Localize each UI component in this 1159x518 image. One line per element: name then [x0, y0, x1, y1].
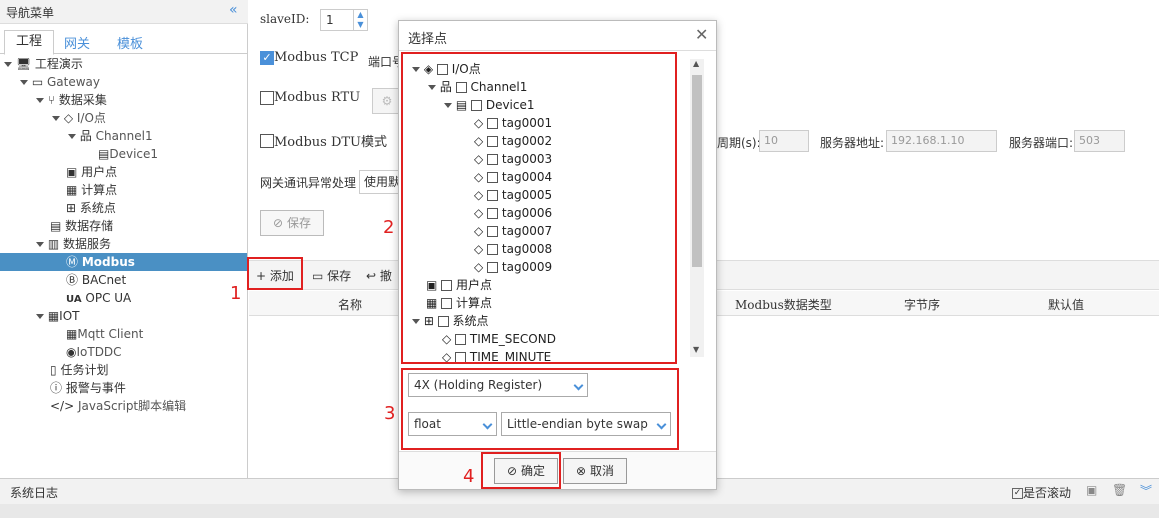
- tab-project[interactable]: 工程: [4, 30, 54, 55]
- annotation-number-1: 1: [230, 283, 242, 304]
- tree-item-io-points[interactable]: ◇ I/O点: [52, 109, 106, 127]
- col-default: 默认值: [1048, 298, 1085, 312]
- code-icon: </>: [50, 399, 75, 413]
- checkbox-checked-icon: ✓: [260, 50, 274, 65]
- highlight-box-4: [481, 452, 561, 489]
- checkbox-checked-icon: ✓: [1012, 488, 1023, 499]
- opcua-icon: UA: [66, 294, 82, 305]
- modbus-rtu-checkbox[interactable]: Modbus RTU: [260, 90, 360, 105]
- tree-item-iot[interactable]: ▦IOT: [36, 307, 80, 325]
- tree-item-user-points[interactable]: ▣ 用户点: [66, 163, 117, 181]
- tree-item-opcua[interactable]: UA OPC UA: [66, 289, 131, 307]
- tree-item-alarm[interactable]: ⓘ 报警与事件: [50, 379, 126, 397]
- tab-gateway[interactable]: 网关: [64, 33, 90, 52]
- save-icon: ▭: [312, 269, 324, 283]
- col-modbus-type: Modbus数据类型: [735, 298, 832, 312]
- highlight-box-1: [247, 257, 303, 290]
- tree-item-iotddc[interactable]: ◉IoTDDC: [66, 343, 122, 361]
- tree-item-data-collection[interactable]: ⑂ 数据采集: [36, 91, 107, 109]
- device-icon: ▤: [98, 147, 110, 161]
- trash-icon[interactable]: 🗑: [1112, 483, 1127, 497]
- tree-scrollbar[interactable]: ▲ ▼: [690, 59, 704, 357]
- user-point-icon: ▣: [66, 165, 78, 179]
- auto-scroll-checkbox[interactable]: ✓ 是否滚动: [1012, 484, 1071, 501]
- server-port-label: 服务器端口:: [1009, 136, 1074, 150]
- gw-error-label: 网关通讯异常处理: [260, 176, 357, 190]
- alarm-icon: ⓘ: [50, 381, 63, 395]
- tag-icon: ◇: [63, 111, 74, 125]
- iotddc-icon: ◉: [66, 345, 77, 359]
- server-addr-label: 服务器地址:: [820, 136, 885, 150]
- tree-item-system-points[interactable]: ⊞ 系统点: [66, 199, 116, 217]
- tree-item-bacnet[interactable]: Ⓑ BACnet: [66, 271, 126, 289]
- tree-item-modbus[interactable]: Ⓜ Modbus: [0, 253, 247, 271]
- tree-item-data-service[interactable]: ▥ 数据服务: [36, 235, 111, 253]
- modbus-icon: Ⓜ: [66, 255, 79, 269]
- scroll-up-icon[interactable]: ▲: [693, 59, 699, 68]
- scroll-thumb[interactable]: [692, 75, 702, 267]
- tree-item-channel1[interactable]: 品 Channel1: [68, 127, 153, 145]
- toolbar-save-button[interactable]: ▭ 保存: [312, 267, 351, 284]
- close-circle-icon: ⊗: [576, 464, 587, 478]
- iot-icon: ▦: [47, 309, 60, 323]
- tree-item-project[interactable]: 🖥 工程演示: [4, 55, 83, 73]
- period-input[interactable]: 10: [759, 130, 809, 152]
- check-circle-icon: ⊘: [273, 216, 284, 230]
- save-button[interactable]: ⊘ 保存: [260, 210, 324, 236]
- bottom-strip: [0, 504, 1159, 518]
- monitor-icon: 🖥: [15, 57, 32, 71]
- tree-item-js-editor[interactable]: </> JavaScript脚本编辑: [50, 397, 186, 415]
- expand-icon[interactable]: ︾: [1140, 482, 1152, 499]
- cancel-button[interactable]: ⊗ 取消: [563, 458, 627, 484]
- sidebar-title: 导航菜单: [6, 6, 55, 20]
- tree-item-task[interactable]: ▯ 任务计划: [50, 361, 108, 379]
- server-port-input[interactable]: 503: [1074, 130, 1125, 152]
- tree-item-device1[interactable]: ▤Device1: [98, 145, 158, 163]
- gear-icon: ⚙: [381, 94, 393, 108]
- log-save-icon[interactable]: ▣: [1086, 483, 1097, 497]
- chart-icon: ▥: [47, 237, 60, 251]
- stepper-icon[interactable]: ▲ ▼: [353, 10, 367, 30]
- tree-item-mqtt[interactable]: ▦Mqtt Client: [66, 325, 143, 343]
- network-icon: 品: [79, 129, 92, 143]
- bacnet-icon: Ⓑ: [66, 273, 79, 287]
- mqtt-icon: ▦: [66, 327, 78, 341]
- annotation-number-2: 2: [383, 217, 395, 238]
- server-addr-input[interactable]: 192.168.1.10: [886, 130, 997, 152]
- tree-item-gateway[interactable]: ▭ Gateway: [20, 73, 100, 91]
- highlight-box-3: [401, 368, 679, 450]
- dialog-title: 选择点: [408, 32, 448, 47]
- tree-item-calc-points[interactable]: ▦ 计算点: [66, 181, 117, 199]
- slave-id-input[interactable]: 1 ▲ ▼: [320, 9, 368, 31]
- highlight-box-2: [401, 52, 677, 364]
- collapse-icon[interactable]: «: [229, 2, 238, 18]
- grid-icon: ⊞: [66, 201, 77, 215]
- computer-icon: ▭: [31, 75, 44, 89]
- modbus-tcp-checkbox[interactable]: ✓ Modbus TCP: [260, 50, 358, 65]
- col-byte-order: 字节序: [904, 298, 941, 312]
- undo-icon: ↩: [366, 269, 377, 283]
- filter-icon: ⑂: [47, 93, 56, 107]
- close-icon[interactable]: ✕: [695, 25, 708, 44]
- slave-id-label: slaveID:: [260, 12, 310, 26]
- task-icon: ▯: [50, 363, 57, 377]
- annotation-number-4: 4: [463, 466, 475, 487]
- tree-item-data-storage[interactable]: ▤ 数据存储: [50, 217, 113, 235]
- log-title: 系统日志: [10, 486, 59, 500]
- scroll-down-icon[interactable]: ▼: [693, 345, 699, 354]
- col-name: 名称: [338, 298, 363, 312]
- period-label: 周期(s):: [717, 136, 761, 150]
- dialog-header: 选择点 ✕: [399, 21, 716, 51]
- tab-template[interactable]: 模板: [117, 33, 143, 52]
- calc-icon: ▦: [66, 183, 78, 197]
- annotation-number-3: 3: [384, 403, 396, 424]
- sidebar: 导航菜单 « 工程 网关 模板 🖥 工程演示 ▭ Gateway ⑂ 数据采集 …: [0, 0, 248, 478]
- sidebar-tabs: 工程 网关 模板: [0, 28, 248, 55]
- modbus-dtu-checkbox[interactable]: Modbus DTU模式: [260, 131, 387, 150]
- sidebar-header: 导航菜单 «: [0, 0, 248, 24]
- undo-button[interactable]: ↩ 撤: [366, 267, 392, 284]
- storage-icon: ▤: [50, 219, 62, 233]
